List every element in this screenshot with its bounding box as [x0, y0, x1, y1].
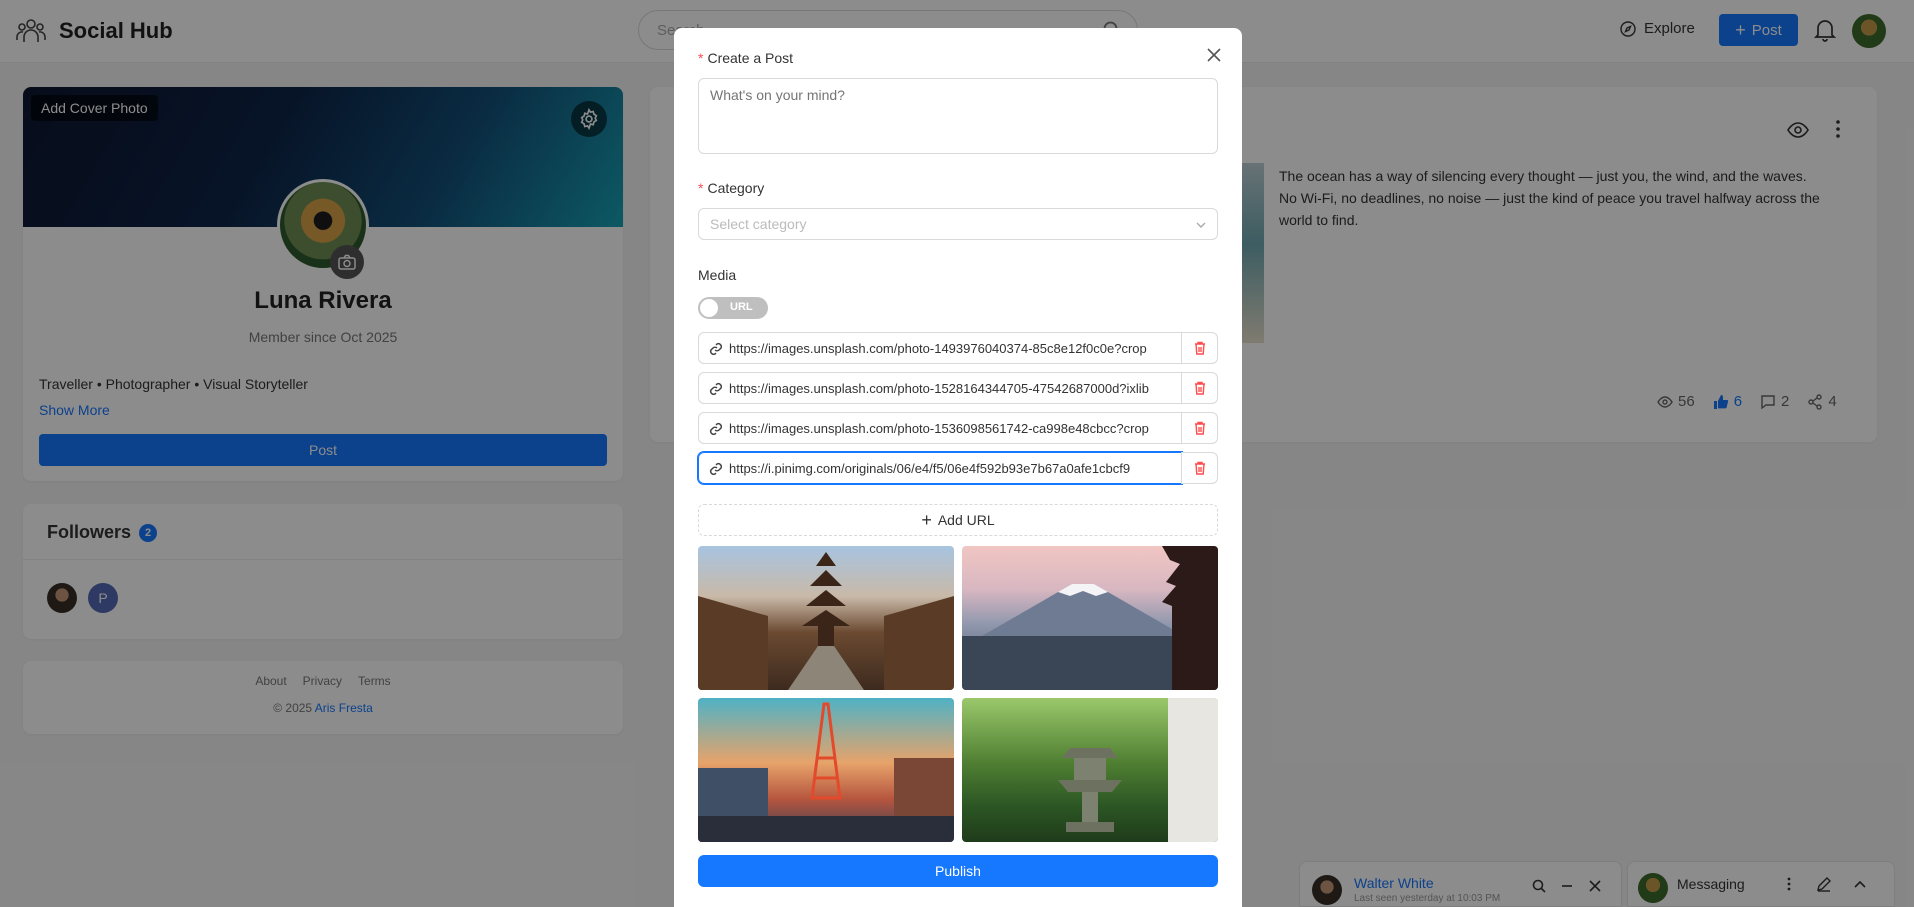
media-url-value: https://images.unsplash.com/photo-149397… — [729, 340, 1147, 356]
modal-title: Create a Post — [707, 50, 794, 66]
link-icon — [709, 422, 723, 436]
mount-fuji-image — [962, 546, 1218, 690]
media-url-row: https://images.unsplash.com/photo-152816… — [698, 372, 1218, 404]
delete-url-button[interactable] — [1181, 372, 1218, 404]
media-url-input[interactable]: https://images.unsplash.com/photo-152816… — [698, 372, 1182, 404]
toggle-label: URL — [730, 301, 753, 313]
media-preview-image[interactable] — [962, 546, 1218, 690]
trash-icon — [1194, 381, 1205, 395]
trash-icon — [1194, 421, 1205, 435]
chevron-down-icon — [1196, 222, 1206, 228]
media-url-value: https://i.pinimg.com/originals/06/e4/f5/… — [729, 460, 1131, 476]
media-url-input[interactable]: https://i.pinimg.com/originals/06/e4/f5/… — [698, 452, 1182, 484]
url-toggle[interactable]: URL — [698, 297, 768, 319]
media-url-row: https://images.unsplash.com/photo-153609… — [698, 412, 1218, 444]
create-post-modal: *Create a Post *Category Select category… — [674, 28, 1242, 907]
media-url-row: https://images.unsplash.com/photo-149397… — [698, 332, 1218, 364]
media-url-value: https://images.unsplash.com/photo-152816… — [729, 380, 1149, 396]
stone-lantern-image — [1058, 698, 1218, 842]
trash-icon — [1194, 461, 1205, 475]
toggle-knob — [700, 299, 718, 317]
media-preview-image[interactable] — [962, 698, 1218, 842]
media-url-value: https://images.unsplash.com/photo-153609… — [729, 420, 1149, 436]
category-label-text: Category — [707, 180, 765, 196]
category-placeholder: Select category — [710, 216, 807, 232]
category-label: * Category — [698, 180, 764, 196]
required-mark: * — [698, 180, 704, 196]
delete-url-button[interactable] — [1181, 412, 1218, 444]
media-url-row: https://i.pinimg.com/originals/06/e4/f5/… — [698, 452, 1218, 484]
required-mark: * — [698, 50, 704, 66]
media-url-input[interactable]: https://images.unsplash.com/photo-149397… — [698, 332, 1182, 364]
link-icon — [709, 342, 723, 356]
plus-icon: + — [921, 510, 932, 530]
tokyo-tower-image — [698, 702, 954, 842]
media-preview-image[interactable] — [698, 546, 954, 690]
add-url-label: Add URL — [937, 512, 995, 528]
publish-button[interactable]: Publish — [698, 855, 1218, 887]
media-preview-image[interactable] — [698, 698, 954, 842]
post-content-label: * Create a Post — [698, 50, 793, 66]
media-label: Media — [698, 267, 737, 283]
delete-url-button[interactable] — [1181, 452, 1218, 484]
pagoda-street-image — [698, 552, 954, 690]
close-icon[interactable] — [1205, 46, 1223, 64]
add-url-button[interactable]: + Add URL — [698, 504, 1218, 536]
post-content-textarea[interactable] — [698, 78, 1218, 154]
media-url-input[interactable]: https://images.unsplash.com/photo-153609… — [698, 412, 1182, 444]
link-icon — [709, 382, 723, 396]
trash-icon — [1194, 341, 1205, 355]
link-icon — [709, 462, 723, 476]
delete-url-button[interactable] — [1181, 332, 1218, 364]
category-select[interactable]: Select category — [698, 208, 1218, 240]
